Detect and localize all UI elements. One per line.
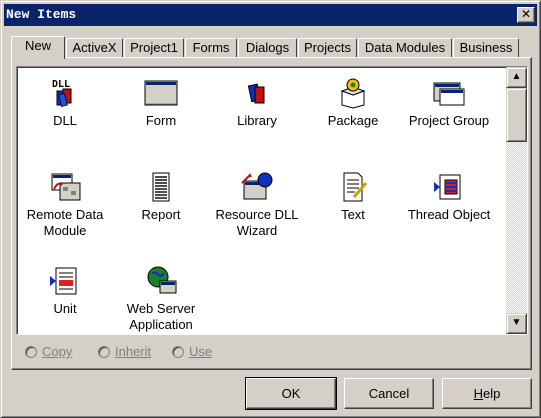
- tab-new[interactable]: New: [11, 36, 65, 59]
- scroll-up-button[interactable]: ▲: [506, 67, 527, 88]
- item-text[interactable]: Text: [305, 171, 401, 223]
- item-unit[interactable]: Unit: [17, 265, 113, 317]
- item-form[interactable]: Form: [113, 77, 209, 129]
- item-remote-data-module[interactable]: Remote Data Module: [17, 171, 113, 239]
- web-server-application-icon: [147, 266, 177, 294]
- library-icon: [247, 83, 265, 104]
- text-icon: [343, 172, 368, 202]
- vertical-scrollbar[interactable]: ▲ ▼: [506, 67, 527, 334]
- report-icon: [152, 172, 170, 202]
- item-thread-object[interactable]: Thread Object: [401, 171, 497, 223]
- cancel-button[interactable]: Cancel: [344, 378, 434, 409]
- item-report[interactable]: Report: [113, 171, 209, 223]
- resource-dll-wizard-icon: [241, 172, 273, 200]
- ok-button[interactable]: OK: [245, 377, 337, 410]
- form-icon: [144, 80, 178, 106]
- item-label: Form: [145, 113, 177, 128]
- close-icon: ✕: [520, 7, 532, 21]
- radio-copy-label: Copy: [42, 344, 73, 359]
- radio-circle: [25, 346, 37, 358]
- item-package[interactable]: Package: [305, 77, 401, 129]
- radio-inherit-label: Inherit: [115, 344, 152, 359]
- tab-dialogs[interactable]: Dialogs: [238, 38, 297, 58]
- item-label: Text: [341, 207, 365, 222]
- item-label: Package: [327, 113, 379, 128]
- arrow-up-icon: ▲: [511, 71, 522, 82]
- help-mnemonic: H: [473, 386, 484, 401]
- item-library[interactable]: Library: [209, 77, 305, 129]
- dll-icon: DLL: [52, 79, 72, 108]
- remote-data-module-icon: [51, 173, 81, 201]
- item-resource-dll-wizard[interactable]: Resource DLL Wizard: [209, 171, 305, 239]
- thread-object-icon: [434, 174, 461, 200]
- item-web-server-application[interactable]: Web Server Application: [113, 265, 209, 333]
- item-project-group[interactable]: Project Group: [401, 77, 497, 129]
- close-button[interactable]: ✕: [517, 7, 535, 23]
- item-label: Thread Object: [407, 207, 491, 222]
- project-group-icon: [433, 82, 465, 106]
- tab-forms[interactable]: Forms: [185, 38, 237, 58]
- tab-business[interactable]: Business: [453, 38, 519, 58]
- tab-project1[interactable]: Project1: [124, 38, 184, 58]
- item-label: Remote Data Module: [26, 207, 104, 238]
- tab-strip: New ActiveX Project1 Forms Dialogs Proje…: [11, 36, 526, 59]
- tab-data-modules[interactable]: Data Modules: [358, 38, 452, 58]
- scrollbar-thumb[interactable]: [506, 88, 527, 142]
- dialog-title: New Items: [6, 7, 77, 22]
- new-items-dialog: New Items ✕ New ActiveX Project1 Forms D…: [0, 0, 541, 418]
- arrow-down-icon: ▼: [511, 317, 522, 328]
- tab-projects[interactable]: Projects: [298, 38, 357, 58]
- item-label: Report: [141, 207, 181, 222]
- item-label: Web Server Application: [126, 301, 196, 332]
- items-list[interactable]: DLL DLL Form Library Package Project Gro…: [16, 66, 528, 335]
- title-bar[interactable]: New Items ✕: [4, 4, 537, 26]
- help-label-rest: elp: [483, 386, 501, 401]
- radio-circle: [172, 346, 184, 358]
- scroll-down-button[interactable]: ▼: [506, 313, 527, 334]
- dll-icon-text: DLL: [52, 79, 70, 90]
- unit-icon: [50, 267, 77, 295]
- package-icon: [340, 78, 366, 109]
- item-dll[interactable]: DLL DLL: [17, 77, 113, 129]
- item-label: DLL: [53, 113, 77, 128]
- item-label: Library: [237, 113, 277, 128]
- item-label: Project Group: [408, 113, 490, 128]
- radio-circle: [98, 346, 110, 358]
- tab-activex[interactable]: ActiveX: [66, 38, 123, 58]
- help-button[interactable]: Help: [442, 378, 532, 409]
- radio-use-label: Use: [189, 344, 213, 359]
- item-label: Unit: [53, 301, 77, 316]
- item-label: Resource DLL Wizard: [215, 207, 299, 238]
